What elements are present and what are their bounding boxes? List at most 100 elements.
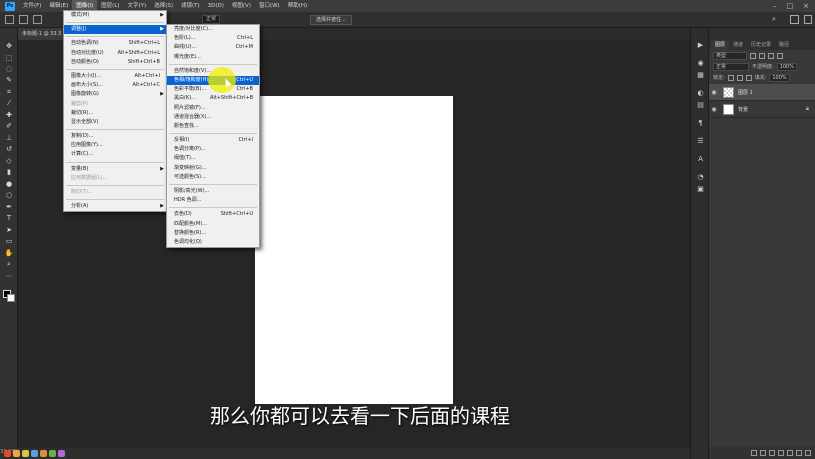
- menu-item-reveal-all[interactable]: 显示全部(V): [64, 118, 166, 127]
- taskbar-app-icon[interactable]: [13, 450, 20, 457]
- eye-icon[interactable]: ◉: [709, 89, 719, 96]
- tab-channels[interactable]: 通道: [729, 40, 747, 50]
- menu-item-analysis[interactable]: 分析(A) ▶: [64, 202, 166, 211]
- more-tools-icon[interactable]: ⋯: [4, 272, 14, 280]
- menu-item-adjustments[interactable]: 调整(J) ▶: [64, 25, 166, 35]
- dodge-tool-icon[interactable]: ○: [4, 191, 14, 199]
- marquee-tool-preset-icon[interactable]: [5, 15, 14, 24]
- link-layers-icon[interactable]: [751, 450, 757, 456]
- libraries-icon[interactable]: ▤: [696, 100, 705, 109]
- fx-icon[interactable]: [760, 450, 766, 456]
- healing-brush-tool-icon[interactable]: ✚: [4, 111, 14, 119]
- add-selection-icon[interactable]: [33, 15, 42, 24]
- menu-item-match-color[interactable]: 匹配颜色(M)...: [167, 220, 259, 229]
- type-tool-icon[interactable]: T: [4, 214, 14, 222]
- menu-item-auto-color[interactable]: 自动颜色(O) Shift+Ctrl+B: [64, 58, 166, 67]
- hand-tool-icon[interactable]: ✋: [4, 249, 14, 257]
- select-and-mask-button[interactable]: 选择并遮住...: [310, 15, 352, 25]
- menu-item-exposure[interactable]: 曝光度(E)...: [167, 53, 259, 62]
- document-canvas[interactable]: [255, 96, 453, 404]
- minimize-icon[interactable]: –: [773, 2, 777, 10]
- shape-tool-icon[interactable]: ▭: [4, 237, 14, 245]
- lock-pixels-icon[interactable]: [727, 74, 734, 81]
- properties-icon[interactable]: ☰: [696, 136, 705, 145]
- clone-stamp-tool-icon[interactable]: ⊥: [4, 134, 14, 142]
- menu-item-duplicate[interactable]: 复制(D)...: [64, 132, 166, 141]
- mask-icon[interactable]: [769, 450, 775, 456]
- close-icon[interactable]: ×: [803, 2, 809, 10]
- taskbar-app-icon[interactable]: [22, 450, 29, 457]
- menu-item-replace-color[interactable]: 替换颜色(R)...: [167, 229, 259, 238]
- filter-adjust-icon[interactable]: [759, 52, 765, 59]
- menu-item-gradient-map[interactable]: 渐变映射(G)...: [167, 164, 259, 173]
- eye-icon[interactable]: ◉: [709, 106, 719, 113]
- character-icon[interactable]: A: [696, 154, 705, 163]
- play-icon[interactable]: ▶: [696, 40, 705, 49]
- menu-item-apply-image[interactable]: 应用图像(Y)...: [64, 141, 166, 150]
- menu-item-posterize[interactable]: 色调分离(P)...: [167, 145, 259, 154]
- quick-select-tool-icon[interactable]: ✎: [4, 76, 14, 84]
- navigator-icon[interactable]: ▣: [696, 184, 705, 193]
- menu-item-levels[interactable]: 色阶(L)... Ctrl+L: [167, 34, 259, 43]
- history-brush-tool-icon[interactable]: ↺: [4, 145, 14, 153]
- taskbar-app-icon[interactable]: [4, 450, 11, 457]
- pen-tool-icon[interactable]: ✒: [4, 203, 14, 211]
- trash-icon[interactable]: [805, 450, 811, 456]
- document-tab[interactable]: 未标题-1 @ 33.3: [18, 28, 68, 40]
- styles-icon[interactable]: ◔: [696, 172, 705, 181]
- tab-history[interactable]: 历史记录: [747, 40, 775, 50]
- menu-item-auto-tone[interactable]: 自动色调(N) Shift+Ctrl+L: [64, 39, 166, 48]
- menu-3d[interactable]: 3D(D): [204, 0, 228, 12]
- lock-all-icon[interactable]: [745, 74, 752, 81]
- adjustment-layer-icon[interactable]: [778, 450, 784, 456]
- menu-item-shadows-highlights[interactable]: 阴影/高光(W)...: [167, 187, 259, 196]
- gradient-tool-icon[interactable]: ▮: [4, 168, 14, 176]
- blend-mode-select[interactable]: 正常: [713, 62, 749, 71]
- search-icon[interactable]: ⌕: [772, 15, 776, 24]
- new-layer-icon[interactable]: [796, 450, 802, 456]
- lock-position-icon[interactable]: [736, 74, 743, 81]
- menu-item-brightness-contrast[interactable]: 亮度/对比度(C)...: [167, 25, 259, 34]
- tab-layers[interactable]: 图层: [711, 40, 730, 50]
- filter-pixel-icon[interactable]: [750, 52, 756, 59]
- menu-file[interactable]: 文件(F): [19, 0, 45, 12]
- opacity-field[interactable]: 100%: [776, 62, 797, 71]
- lasso-tool-icon[interactable]: ◌: [4, 65, 14, 73]
- background-color-swatch[interactable]: [7, 294, 15, 302]
- filter-shape-icon[interactable]: [777, 52, 783, 59]
- adjustments-icon[interactable]: ◐: [696, 88, 705, 97]
- menu-item-desaturate[interactable]: 去色(D) Shift+Ctrl+U: [167, 210, 259, 219]
- menu-item-mode[interactable]: 模式(M) ▶: [64, 11, 166, 20]
- menu-item-trim[interactable]: 裁切(R)...: [64, 109, 166, 118]
- layer-row[interactable]: ◉ 背景 🔒︎: [709, 101, 815, 118]
- taskbar-app-icon[interactable]: [49, 450, 56, 457]
- taskbar-app-icon[interactable]: [58, 450, 65, 457]
- paragraph-icon[interactable]: ¶: [696, 118, 705, 127]
- menu-item-image-rotation[interactable]: 图像旋转(G) ▶: [64, 90, 166, 99]
- menu-item-photo-filter[interactable]: 照片滤镜(F)...: [167, 104, 259, 113]
- swatches-icon[interactable]: ▦: [696, 70, 705, 79]
- menu-item-black-white[interactable]: 黑白(K)... Alt+Shift+Ctrl+B: [167, 94, 259, 103]
- share-icon[interactable]: [804, 15, 812, 24]
- menu-view[interactable]: 视图(V): [228, 0, 255, 12]
- tab-paths[interactable]: 路径: [775, 40, 793, 50]
- layer-row[interactable]: ◉ 图层 1: [709, 84, 815, 101]
- filter-type-icon[interactable]: [768, 52, 774, 59]
- menu-item-image-size[interactable]: 图像大小(I)... Alt+Ctrl+I: [64, 72, 166, 81]
- color-icon[interactable]: ◉: [696, 58, 705, 67]
- menu-item-hdr-toning[interactable]: HDR 色调...: [167, 196, 259, 205]
- fill-field[interactable]: 100%: [769, 73, 790, 82]
- new-selection-icon[interactable]: [19, 15, 28, 24]
- filter-kind-select[interactable]: 类型: [713, 51, 747, 60]
- taskbar-app-icon[interactable]: [40, 450, 47, 457]
- crop-tool-icon[interactable]: ⌗: [4, 88, 14, 96]
- workspace-icon[interactable]: [790, 15, 799, 24]
- maximize-icon[interactable]: □: [787, 2, 794, 10]
- blur-tool-icon[interactable]: ●: [4, 180, 14, 188]
- menu-item-channel-mixer[interactable]: 通道混合器(X)...: [167, 113, 259, 122]
- menu-item-invert[interactable]: 反相(I) Ctrl+I: [167, 136, 259, 145]
- menu-item-color-lookup[interactable]: 颜色查找...: [167, 122, 259, 131]
- menu-item-selective-color[interactable]: 可选颜色(S)...: [167, 173, 259, 182]
- group-icon[interactable]: [787, 450, 793, 456]
- zoom-tool-icon[interactable]: ⌕: [4, 260, 14, 268]
